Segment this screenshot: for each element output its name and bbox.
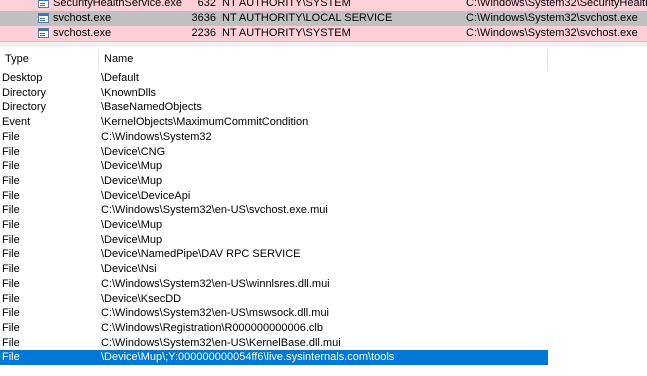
handle-row[interactable]: File \Device\Nsi — [0, 262, 647, 277]
handle-type: Event — [2, 116, 31, 129]
handle-type: File — [2, 189, 20, 202]
process-list: SecurityHealthService.exe 632 NT AUTHORITY… — [0, 0, 647, 41]
handle-type: File — [2, 233, 20, 246]
handle-type: File — [2, 336, 20, 349]
handle-row[interactable]: File C:\Windows\System32\en-US\KernelBase… — [0, 336, 647, 351]
process-path: C:\Windows\System32\SecurityHealth — [466, 0, 647, 9]
handle-name: C:\Windows\System32 — [101, 130, 212, 143]
process-user: NT AUTHORITY\SYSTEM — [222, 0, 351, 9]
handle-name: \Device\Mup — [101, 233, 163, 246]
handle-type: File — [2, 292, 20, 305]
column-header-name[interactable]: Name — [104, 53, 133, 65]
handle-name: \Device\Nsi — [101, 263, 157, 276]
handle-type: File — [2, 219, 20, 231]
handle-type: File — [2, 307, 20, 320]
handle-name: \Device\NamedPipe\DAV RPC SERVICE — [101, 248, 301, 261]
handle-row[interactable]: File \Device\KsecDD — [0, 292, 647, 307]
handle-name: \Device\Mup — [101, 219, 163, 231]
handle-name: \KernelObjects\MaximumCommitCondition — [101, 116, 309, 129]
handle-type: Directory — [2, 86, 47, 99]
handle-row[interactable]: File \Device\Mup — [0, 233, 647, 248]
process-row[interactable]: svchost.exe 3636 NT AUTHORITY\LOCAL SERVIC… — [0, 11, 647, 26]
handle-name: C:\Windows\System32\en-US\KernelBase.dll… — [101, 336, 341, 349]
handle-type: Desktop — [2, 72, 43, 84]
handle-row[interactable]: File C:\Windows\System32 — [0, 130, 647, 145]
handle-type: File — [2, 351, 20, 364]
process-user: NT AUTHORITY\SYSTEM — [222, 27, 351, 39]
process-icon — [38, 13, 49, 23]
process-row[interactable]: SecurityHealthService.exe 632 NT AUTHORITY… — [0, 0, 647, 11]
column-header-type[interactable]: Type — [5, 53, 29, 65]
handle-row[interactable]: File \Device\DeviceApi — [0, 189, 647, 204]
handle-row[interactable]: File \Device\Mup — [0, 174, 647, 189]
handle-row[interactable]: Desktop \Default — [0, 71, 647, 86]
handle-type: File — [2, 321, 20, 334]
handle-type: Directory — [2, 101, 47, 114]
process-name: svchost.exe — [53, 27, 112, 39]
handle-row[interactable]: File \Device\Mup — [0, 218, 647, 233]
handle-type: File — [2, 160, 20, 173]
handle-row[interactable]: File \Device\CNG — [0, 145, 647, 160]
handle-type: File — [2, 130, 20, 143]
handle-type: File — [2, 263, 20, 276]
handle-name: \Device\Mup — [101, 174, 163, 187]
process-pid: 632 — [197, 0, 216, 9]
process-pid: 2236 — [191, 27, 216, 39]
handle-name: \Device\KsecDD — [101, 292, 182, 305]
handle-type: File — [2, 174, 20, 187]
handle-type: File — [2, 277, 20, 290]
handle-list-header: Type Name — [0, 47, 647, 71]
column-separator[interactable] — [98, 49, 99, 71]
handle-name: \Device\DeviceApi — [101, 189, 191, 202]
handle-row[interactable]: File C:\Windows\System32\en-US\mswsock.dl… — [0, 306, 647, 321]
handle-type: File — [2, 204, 20, 217]
handle-name: \Device\Mup\;Y:000000000054ff6\live.sysi… — [101, 351, 395, 364]
process-row[interactable]: svchost.exe 2236 NT AUTHORITY\SYSTEM C:\Win… — [0, 26, 647, 41]
handle-name: \KnownDlls — [101, 86, 157, 99]
handle-name: \Device\CNG — [101, 145, 166, 158]
column-separator[interactable] — [547, 49, 548, 71]
process-path: C:\Windows\System32\svchost.exe — [466, 27, 638, 39]
process-icon — [38, 28, 49, 38]
handle-name: \BaseNamedObjects — [101, 101, 202, 114]
process-user: NT AUTHORITY\LOCAL SERVICE — [222, 12, 393, 24]
handle-row[interactable]: File \Device\NamedPipe\DAV RPC SERVICE — [0, 247, 647, 262]
process-path: C:\Windows\System32\svchost.exe — [466, 12, 638, 24]
handle-row[interactable]: File \Device\Mup\;Y:000000000054ff6\live.… — [0, 350, 548, 366]
process-icon — [38, 0, 49, 8]
handle-row[interactable]: Event \KernelObjects\MaximumCommitConditi… — [0, 115, 647, 130]
handle-row[interactable]: Directory \BaseNamedObjects — [0, 100, 647, 115]
handle-row[interactable]: File C:\Windows\Registration\R00000000000… — [0, 321, 647, 336]
handle-type: File — [2, 145, 20, 158]
handle-name: C:\Windows\System32\en-US\mswsock.dll.mu… — [101, 307, 330, 320]
handle-type: File — [2, 248, 20, 261]
handle-row[interactable]: Directory \KnownDlls — [0, 86, 647, 101]
handle-name: C:\Windows\System32\en-US\svchost.exe.mu… — [101, 204, 328, 217]
process-pid: 3636 — [191, 12, 216, 24]
handle-row[interactable]: File C:\Windows\System32\en-US\svchost.ex… — [0, 203, 647, 218]
handle-row[interactable]: File C:\Windows\System32\en-US\winnlsres.… — [0, 277, 647, 292]
process-name: svchost.exe — [53, 12, 112, 24]
handle-name: \Default — [101, 72, 139, 84]
handle-name: \Device\Mup — [101, 160, 163, 173]
handle-row[interactable]: File \Device\Mup — [0, 159, 647, 174]
handle-name: C:\Windows\System32\en-US\winnlsres.dll.… — [101, 277, 330, 290]
handle-name: C:\Windows\Registration\R000000000006.cl… — [101, 321, 323, 334]
